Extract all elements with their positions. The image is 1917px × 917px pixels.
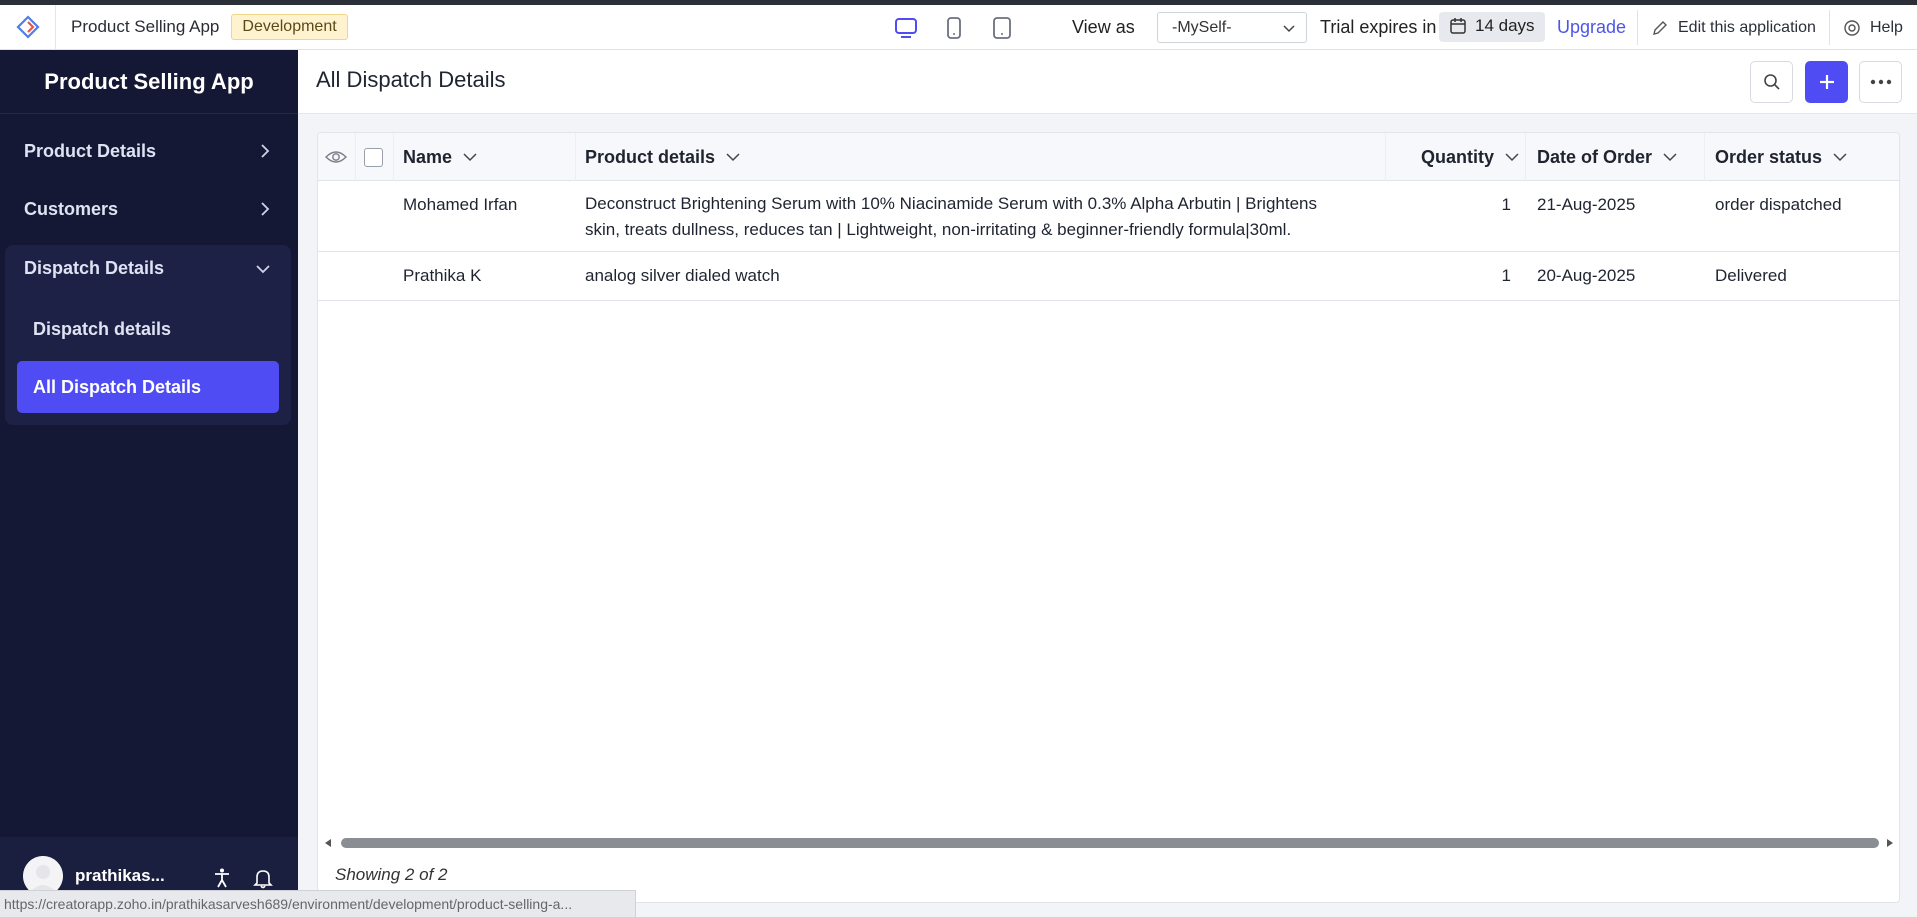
accessibility-icon[interactable] xyxy=(211,867,233,889)
column-header-label: Order status xyxy=(1715,146,1823,167)
tablet-icon[interactable] xyxy=(989,15,1015,41)
user-name[interactable]: prathikas... xyxy=(75,866,165,886)
top-bar: Product Selling App Development View as … xyxy=(0,4,1917,50)
more-horizontal-icon xyxy=(1870,79,1891,85)
main-header: All Dispatch Details xyxy=(298,50,1917,114)
sidebar-item-label: Dispatch Details xyxy=(24,257,165,278)
chevron-down-icon xyxy=(463,153,477,162)
column-header-name[interactable]: Name xyxy=(403,133,478,181)
scroll-left-icon[interactable] xyxy=(323,838,333,848)
cell-name: Prathika K xyxy=(403,266,482,285)
column-header-product-details[interactable]: Product details xyxy=(585,133,741,181)
bell-icon[interactable] xyxy=(252,867,274,889)
environment-badge[interactable]: Development xyxy=(231,14,348,40)
scroll-right-icon[interactable] xyxy=(1885,838,1895,848)
cell-quantity: 1 xyxy=(1501,195,1511,214)
sidebar: Product Selling App Product Details Cust… xyxy=(0,50,298,917)
plus-icon xyxy=(1819,75,1834,89)
app-logo-icon[interactable] xyxy=(0,4,56,50)
column-header-label: Name xyxy=(403,146,453,167)
chevron-down-icon xyxy=(1663,153,1677,162)
cell-date-of-order: 21-Aug-2025 xyxy=(1537,195,1636,214)
sidebar-subitem-label: Dispatch details xyxy=(33,318,172,339)
chevron-down-icon xyxy=(1833,153,1847,162)
search-button[interactable] xyxy=(1750,61,1793,103)
phone-icon[interactable] xyxy=(941,15,967,41)
status-bar-url: https://creatorapp.zoho.in/prathikasarve… xyxy=(0,890,636,917)
trial-label: Trial expires in xyxy=(1320,17,1437,37)
chevron-down-icon xyxy=(1283,25,1295,33)
cell-product-details-line: Deconstruct Brightening Serum with 10% N… xyxy=(585,194,1318,213)
help-label: Help xyxy=(1870,18,1903,36)
edit-application-button[interactable]: Edit this application xyxy=(1651,5,1816,50)
cell-product-details: Deconstruct Brightening Serum with 10% N… xyxy=(585,191,1375,243)
cell-product-details-line: skin, treats dullness, reduces tan | Lig… xyxy=(585,220,1292,239)
cell-quantity: 1 xyxy=(1501,266,1511,285)
view-as-select[interactable]: -MySelf- xyxy=(1157,12,1307,43)
search-icon xyxy=(1763,74,1780,90)
sidebar-item-dispatch-details[interactable]: Dispatch Details xyxy=(5,245,291,291)
column-header-label: Product details xyxy=(585,146,716,167)
pencil-icon xyxy=(1653,20,1667,35)
chevron-down-icon xyxy=(1505,153,1519,162)
add-record-button[interactable] xyxy=(1805,61,1848,103)
records-table: Name Product details Quantity Date of Or… xyxy=(317,132,1900,903)
more-options-button[interactable] xyxy=(1859,61,1902,103)
sidebar-group-dispatch-details: Dispatch Details Dispatch details All Di… xyxy=(5,245,291,425)
table-row[interactable]: Mohamed Irfan Deconstruct Brightening Se… xyxy=(318,181,1899,252)
sidebar-item-label: Customers xyxy=(24,198,119,219)
divider xyxy=(1637,10,1638,45)
column-header-label: Quantity xyxy=(1421,146,1495,167)
view-as-label: View as xyxy=(1072,17,1135,37)
sidebar-item-product-details[interactable]: Product Details xyxy=(0,123,298,179)
chevron-down-icon xyxy=(726,153,740,162)
device-preview-switcher xyxy=(893,5,1015,50)
chevron-down-icon xyxy=(256,265,270,274)
chevron-right-icon xyxy=(261,144,270,158)
edit-application-label: Edit this application xyxy=(1678,18,1816,36)
calendar-icon xyxy=(1450,18,1466,34)
cell-order-status: order dispatched xyxy=(1715,195,1842,214)
desktop-icon[interactable] xyxy=(893,15,919,41)
cell-product-details: analog silver dialed watch xyxy=(585,266,780,285)
sidebar-subitem-all-dispatch-details[interactable]: All Dispatch Details xyxy=(17,361,279,413)
chevron-right-icon xyxy=(261,202,270,216)
sidebar-subitem-dispatch-details[interactable]: Dispatch details xyxy=(17,303,279,355)
cell-date-of-order: 20-Aug-2025 xyxy=(1537,266,1636,285)
sidebar-item-label: Product Details xyxy=(24,140,157,161)
sidebar-item-customers[interactable]: Customers xyxy=(0,181,298,237)
help-button[interactable]: Help xyxy=(1843,5,1903,50)
cell-name: Mohamed Irfan xyxy=(403,195,518,214)
column-header-order-status[interactable]: Order status xyxy=(1715,133,1848,181)
select-all-checkbox[interactable] xyxy=(364,148,383,167)
divider xyxy=(1829,10,1830,45)
cell-order-status: Delivered xyxy=(1715,266,1787,285)
table-row[interactable]: Prathika K analog silver dialed watch 1 … xyxy=(318,252,1899,301)
lifebuoy-icon xyxy=(1844,19,1860,36)
trial-days-badge: 14 days xyxy=(1439,12,1545,42)
column-header-date-of-order[interactable]: Date of Order xyxy=(1537,133,1678,181)
table-header: Name Product details Quantity Date of Or… xyxy=(318,133,1899,181)
trial-days-value: 14 days xyxy=(1475,16,1535,35)
record-count: Showing 2 of 2 xyxy=(335,865,448,884)
column-header-quantity[interactable]: Quantity xyxy=(1421,133,1520,181)
eye-icon[interactable] xyxy=(325,148,347,166)
sidebar-title: Product Selling App xyxy=(0,50,298,114)
scrollbar-thumb[interactable] xyxy=(341,838,1879,848)
sidebar-subitem-label: All Dispatch Details xyxy=(33,376,202,397)
upgrade-link[interactable]: Upgrade xyxy=(1557,5,1626,50)
app-name[interactable]: Product Selling App xyxy=(71,17,219,37)
column-header-label: Date of Order xyxy=(1537,146,1653,167)
horizontal-scrollbar[interactable] xyxy=(318,833,1899,853)
page-title: All Dispatch Details xyxy=(316,67,506,92)
view-as-value: -MySelf- xyxy=(1172,19,1232,36)
